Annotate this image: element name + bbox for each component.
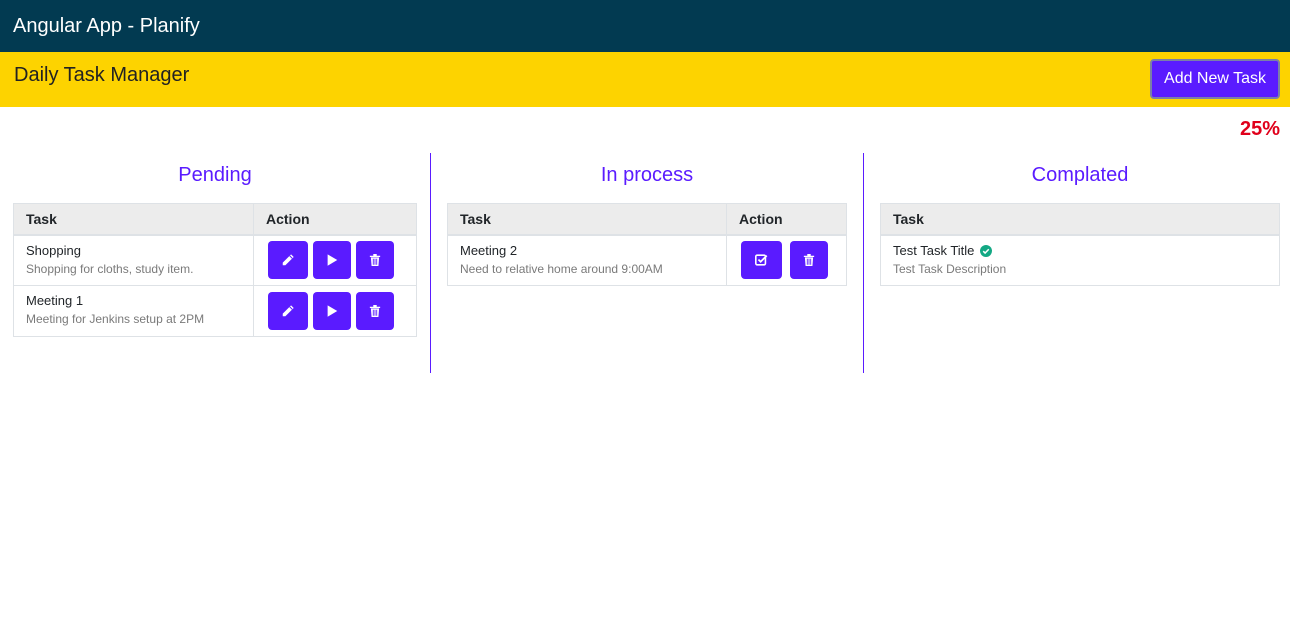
pending-heading: Pending: [178, 164, 252, 186]
check-circle-icon: [980, 245, 993, 258]
task-cell: Shopping Shopping for cloths, study item…: [13, 234, 254, 286]
task-title: Meeting 2: [460, 242, 518, 258]
task-description: Shopping for cloths, study item.: [26, 261, 194, 276]
task-title: Test Task Title: [893, 242, 975, 258]
delete-button[interactable]: [355, 241, 394, 280]
completed-table: Task Test Task Title Test Task Descripti…: [880, 203, 1280, 286]
trash-icon: [369, 305, 380, 317]
action-column-header: Action: [253, 203, 417, 236]
page-title: Daily Task Manager: [14, 64, 190, 86]
task-board: Pending Task Action Shopping Shopping fo…: [0, 153, 1290, 373]
task-cell: Meeting 2 Need to relative home around 9…: [447, 234, 727, 286]
completed-column: Complated Task Test Task Title Test Task…: [864, 153, 1290, 373]
task-cell: Meeting 1 Meeting for Jenkins setup at 2…: [13, 285, 254, 337]
task-description: Meeting for Jenkins setup at 2PM: [26, 312, 205, 326]
task-title: Shopping: [26, 242, 81, 258]
progress-percent: 25%: [1239, 118, 1280, 140]
in-process-table: Task Action Meeting 2 Need to relative h…: [447, 203, 847, 286]
task-column-header: Task: [880, 203, 1280, 236]
pending-column: Pending Task Action Shopping Shopping fo…: [0, 153, 431, 373]
table-row: Meeting 1 Meeting for Jenkins setup at 2…: [13, 285, 417, 337]
pending-table: Task Action Shopping Shopping for cloths…: [13, 203, 417, 337]
task-title: Meeting 1: [26, 293, 84, 308]
task-title-line: Test Task Title: [893, 242, 1267, 260]
task-cell: Test Task Title Test Task Description: [880, 234, 1280, 286]
check-square-icon: [755, 254, 768, 266]
task-column-header: Task: [13, 203, 254, 236]
action-cell: [726, 234, 847, 286]
trash-icon: [803, 254, 815, 267]
add-new-task-button[interactable]: Add New Task: [1150, 59, 1280, 99]
top-navbar: Angular App - Planify: [0, 0, 1290, 52]
complete-button[interactable]: [741, 241, 782, 280]
play-icon: [327, 254, 338, 266]
pencil-icon: [282, 254, 294, 266]
task-description: Need to relative home around 9:00AM: [460, 261, 663, 276]
page-header: Daily Task Manager Add New Task: [0, 52, 1290, 107]
start-button[interactable]: [312, 241, 351, 280]
table-row: Shopping Shopping for cloths, study item…: [13, 234, 417, 286]
in-process-column: In process Task Action Meeting 2 Need to…: [431, 153, 864, 373]
delete-button[interactable]: [355, 292, 394, 330]
action-cell: [253, 234, 417, 286]
delete-button[interactable]: [789, 241, 828, 280]
table-row: Meeting 2 Need to relative home around 9…: [447, 234, 847, 286]
table-row: Test Task Title Test Task Description: [880, 234, 1280, 286]
action-column-header: Action: [726, 203, 847, 236]
edit-button[interactable]: [268, 292, 308, 330]
start-button[interactable]: [312, 292, 351, 330]
app-title: Angular App - Planify: [13, 14, 200, 37]
completed-heading: Complated: [1031, 164, 1129, 186]
edit-button[interactable]: [268, 241, 308, 280]
task-column-header: Task: [447, 203, 727, 236]
task-description: Test Task Description: [893, 261, 1007, 276]
pencil-icon: [282, 305, 294, 317]
in-process-heading: In process: [600, 164, 694, 186]
trash-icon: [369, 254, 380, 267]
play-icon: [327, 305, 338, 317]
action-cell: [253, 285, 417, 337]
